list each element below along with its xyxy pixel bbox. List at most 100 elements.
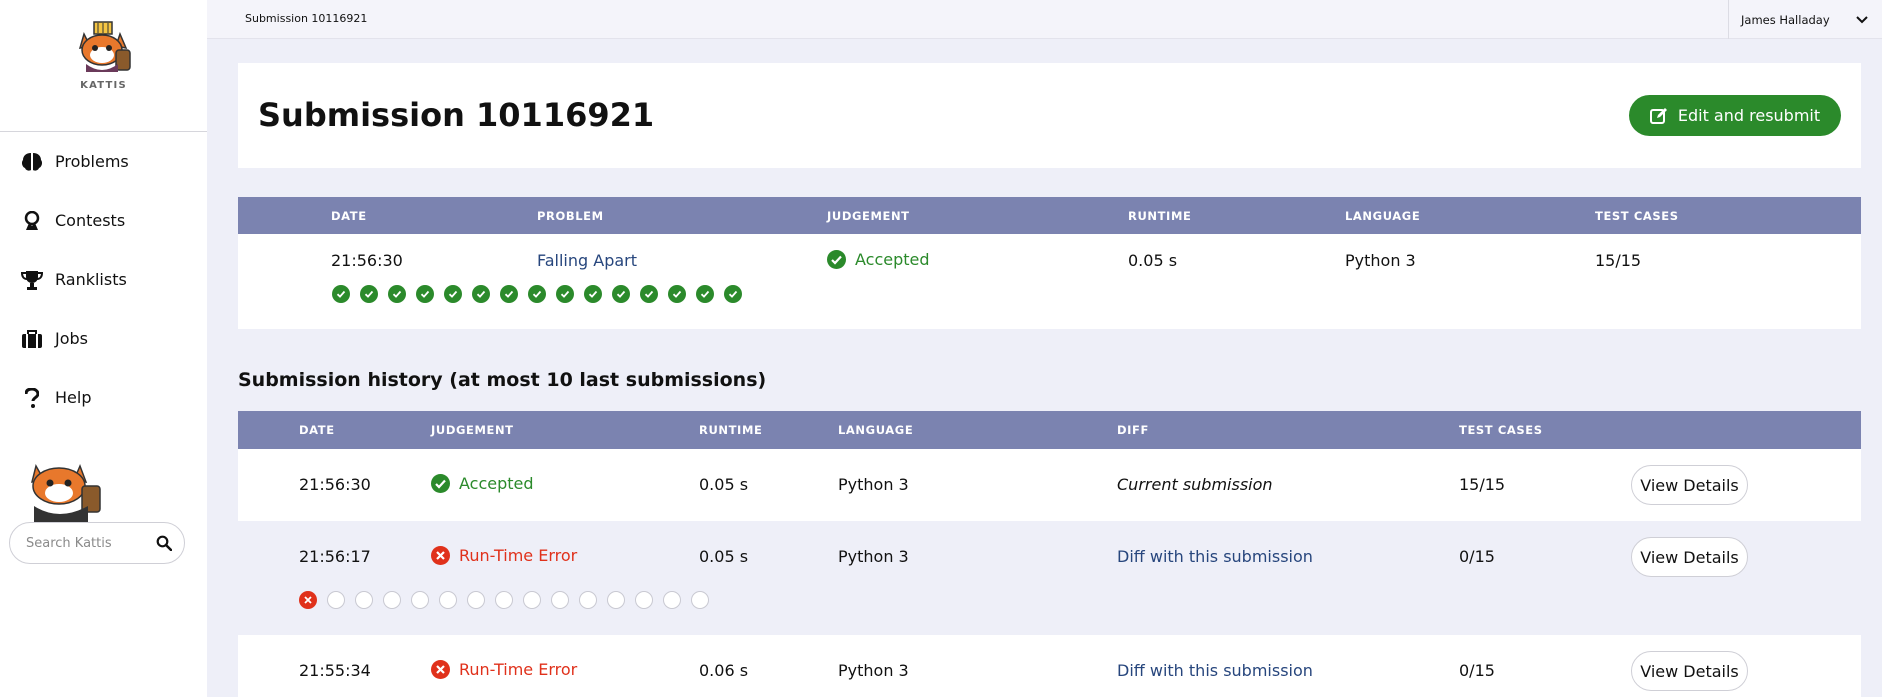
user-menu[interactable]: James Halladay: [1728, 0, 1882, 39]
sidebar-item-jobs[interactable]: Jobs: [0, 309, 207, 368]
history-test-cases: 0/15: [1459, 661, 1495, 680]
trophy-icon: [20, 268, 44, 292]
test-case-pass-icon: [584, 285, 602, 303]
test-case-pass-icon: [332, 285, 350, 303]
history-language: Python 3: [838, 661, 909, 680]
test-case-pass-icon: [500, 285, 518, 303]
edit-icon: [1649, 107, 1668, 125]
sidebar-item-ranklists[interactable]: Ranklists: [0, 250, 207, 309]
sidebar-nav: Problems Contests Ranklists Jobs Help: [0, 132, 207, 427]
error-circle-icon: [431, 660, 450, 679]
history-date: 21:55:34: [299, 661, 371, 680]
briefcase-icon: [20, 327, 44, 351]
breadcrumb: Submission 10116921: [245, 12, 368, 25]
history-date: 21:56:17: [299, 547, 371, 566]
col-judgement: JUDGEMENT: [431, 423, 514, 437]
test-case-pass-icon: [472, 285, 490, 303]
user-name: James Halladay: [1741, 12, 1830, 27]
test-case-pass-icon: [668, 285, 686, 303]
test-case-results: [332, 285, 752, 303]
top-bar: Submission 10116921 James Halladay: [207, 0, 1882, 39]
test-case-pass-icon: [640, 285, 658, 303]
col-runtime: RUNTIME: [1128, 209, 1192, 223]
check-circle-icon: [827, 250, 846, 269]
chevron-down-icon: [1856, 15, 1868, 24]
test-case-pending-icon: [327, 591, 345, 609]
judgement-label: Accepted: [855, 250, 930, 269]
problem-link[interactable]: Falling Apart: [537, 251, 637, 270]
sidebar-item-label: Help: [55, 388, 92, 407]
edit-and-resubmit-button[interactable]: Edit and resubmit: [1629, 95, 1841, 136]
test-case-pending-icon: [663, 591, 681, 609]
submission-language: Python 3: [1345, 251, 1416, 270]
col-diff: DIFF: [1117, 423, 1149, 437]
test-case-pass-icon: [556, 285, 574, 303]
submission-row: 21:56:30 Falling Apart Accepted 0.05 s P…: [238, 234, 1861, 329]
test-case-fail-icon: [299, 591, 317, 609]
submission-test-cases: 15/15: [1595, 251, 1642, 270]
history-judgement: Run-Time Error: [431, 660, 577, 679]
col-date: DATE: [331, 209, 367, 223]
diff-link[interactable]: Diff with this submission: [1117, 661, 1313, 680]
sidebar-item-problems[interactable]: Problems: [0, 132, 207, 191]
kattis-cat-logo-icon: [78, 21, 131, 72]
sidebar-item-contests[interactable]: Contests: [0, 191, 207, 250]
test-case-pass-icon: [444, 285, 462, 303]
test-case-pending-icon: [551, 591, 569, 609]
history-language: Python 3: [838, 547, 909, 566]
test-case-pending-icon: [355, 591, 373, 609]
test-case-pending-icon: [467, 591, 485, 609]
judgement-label: Run-Time Error: [459, 546, 578, 565]
col-test-cases: TEST CASES: [1595, 209, 1679, 223]
judgement-label: Accepted: [459, 474, 534, 493]
test-case-pass-icon: [360, 285, 378, 303]
col-language: LANGUAGE: [838, 423, 914, 437]
submission-date: 21:56:30: [331, 251, 403, 270]
submission-runtime: 0.05 s: [1128, 251, 1178, 270]
logo-text: KATTIS: [80, 80, 127, 91]
test-case-pending-icon: [635, 591, 653, 609]
kattis-logo[interactable]: KATTIS: [0, 20, 207, 91]
history-runtime: 0.05 s: [699, 475, 749, 494]
view-details-button[interactable]: View Details: [1631, 651, 1748, 691]
search-input[interactable]: [26, 535, 144, 551]
edit-button-label: Edit and resubmit: [1677, 106, 1821, 125]
history-judgement: Accepted: [431, 474, 534, 493]
history-runtime: 0.06 s: [699, 661, 749, 680]
history-test-cases: 0/15: [1459, 547, 1495, 566]
test-case-pass-icon: [724, 285, 742, 303]
col-test-cases: TEST CASES: [1459, 423, 1543, 437]
test-case-pass-icon: [612, 285, 630, 303]
history-test-cases: 15/15: [1459, 475, 1506, 494]
search-box: [9, 522, 185, 564]
history-language: Python 3: [838, 475, 909, 494]
history-runtime: 0.05 s: [699, 547, 749, 566]
page-title: Submission 10116921: [258, 96, 655, 134]
test-case-pending-icon: [411, 591, 429, 609]
diff-link[interactable]: Diff with this submission: [1117, 547, 1313, 566]
history-row: 21:56:30 Accepted 0.05 s Python 3 Curren…: [238, 449, 1861, 521]
test-case-pending-icon: [439, 591, 457, 609]
history-title: Submission history (at most 10 last subm…: [238, 369, 767, 391]
test-case-pass-icon: [416, 285, 434, 303]
test-case-pending-icon: [523, 591, 541, 609]
view-details-button[interactable]: View Details: [1631, 465, 1748, 505]
history-row: 21:56:17 Run-Time Error 0.05 s Python 3 …: [238, 521, 1861, 635]
view-details-button[interactable]: View Details: [1631, 537, 1748, 577]
search-icon[interactable]: [156, 535, 172, 551]
test-case-pass-icon: [696, 285, 714, 303]
sidebar-item-label: Ranklists: [55, 270, 127, 289]
col-language: LANGUAGE: [1345, 209, 1421, 223]
question-icon: [20, 386, 44, 410]
col-judgement: JUDGEMENT: [827, 209, 910, 223]
test-case-pending-icon: [383, 591, 401, 609]
contest-icon: [20, 209, 44, 233]
sidebar-item-label: Jobs: [55, 329, 88, 348]
col-date: DATE: [299, 423, 335, 437]
sidebar-item-help[interactable]: Help: [0, 368, 207, 427]
test-case-pending-icon: [691, 591, 709, 609]
test-case-pending-icon: [607, 591, 625, 609]
test-case-pending-icon: [495, 591, 513, 609]
history-table-header: DATE JUDGEMENT RUNTIME LANGUAGE DIFF TES…: [238, 411, 1861, 449]
error-circle-icon: [431, 546, 450, 565]
